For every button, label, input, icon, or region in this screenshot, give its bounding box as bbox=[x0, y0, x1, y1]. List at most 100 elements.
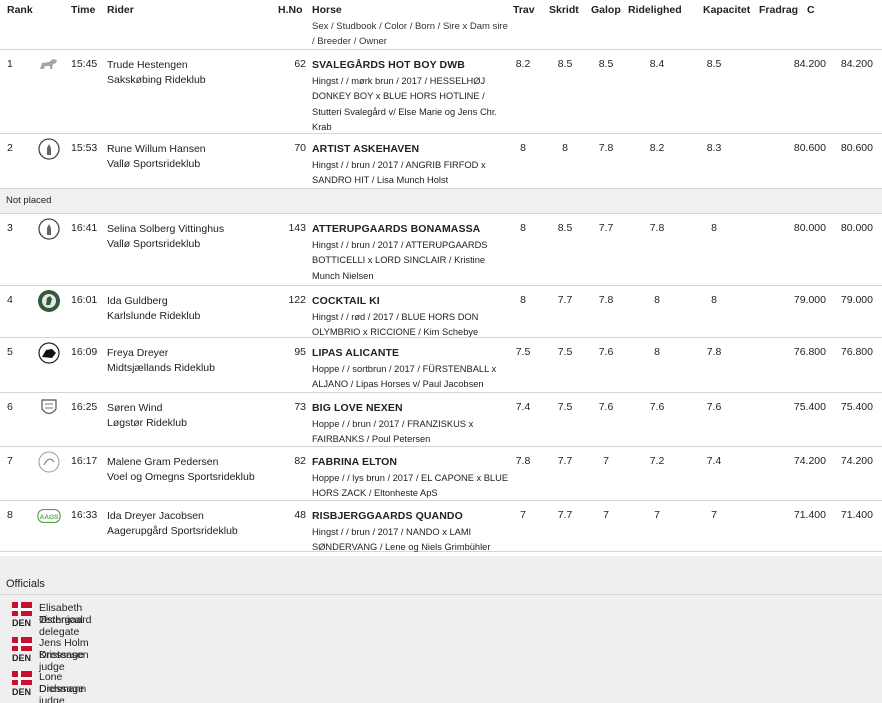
horse-name[interactable]: ATTERUPGAARDS BONAMASSA bbox=[312, 222, 510, 238]
col-rider[interactable]: Rider bbox=[107, 4, 134, 16]
rank-cell: 5 bbox=[7, 346, 13, 358]
result-row[interactable]: 1 15:45 Trude Hestengen Sakskøbing Rideklub… bbox=[0, 50, 882, 134]
horse-name[interactable]: BIG LOVE NEXEN bbox=[312, 401, 510, 417]
horse-cell: BIG LOVE NEXEN Hoppe / / brun / 2017 / FR… bbox=[312, 401, 510, 448]
hno-cell: 95 bbox=[294, 346, 306, 358]
score-cell: 7.5 bbox=[557, 346, 573, 358]
result-row[interactable]: 6 16:25 Søren Wind Løgstør Rideklub 73 BIG LO… bbox=[0, 393, 882, 447]
rider-cell: Ida Dreyer Jacobsen Aagerupgård Sportsrid… bbox=[107, 509, 238, 539]
rider-cell: Ida Guldberg Karlslunde Rideklub bbox=[107, 294, 200, 324]
rider-name[interactable]: Rune Willum Hansen bbox=[107, 142, 206, 157]
rider-cell: Freya Dreyer Midtsjællands Rideklub bbox=[107, 346, 215, 376]
score-cell: 7 bbox=[603, 509, 609, 521]
official-role: Dressage judge bbox=[39, 649, 84, 673]
rank-cell: 4 bbox=[7, 294, 13, 306]
col-trav[interactable]: Trav bbox=[513, 4, 535, 16]
horse-name[interactable]: COCKTAIL KI bbox=[312, 294, 510, 310]
results-table: Rank Time Rider H.No Horse Sex / Studboo… bbox=[0, 0, 882, 552]
col-c[interactable]: C bbox=[807, 4, 815, 16]
result-row[interactable]: 3 16:41 Selina Solberg Vittinghus Vallø Spo… bbox=[0, 214, 882, 286]
result-row[interactable]: 8 AAGS 16:33 Ida Dreyer Jacobsen Aagerupgård… bbox=[0, 501, 882, 552]
score-cell: 7 bbox=[520, 509, 526, 521]
hno-cell: 82 bbox=[294, 455, 306, 467]
horse-details: Hingst / / brun / 2017 / ATTERUPGAARDS B… bbox=[312, 239, 488, 281]
score-cell: 8 bbox=[520, 222, 526, 234]
hno-cell: 122 bbox=[288, 294, 306, 306]
rider-cell: Selina Solberg Vittinghus Vallø Sportsrid… bbox=[107, 222, 224, 252]
horse-cell: COCKTAIL KI Hingst / / rød / 2017 / BLUE … bbox=[312, 294, 510, 341]
rider-name[interactable]: Selina Solberg Vittinghus bbox=[107, 222, 224, 237]
official-role: Dressage judge bbox=[39, 683, 84, 703]
country-code: DEN bbox=[12, 653, 32, 663]
horse-details: Hingst / / brun / 2017 / NANDO x LAMI SØ… bbox=[312, 526, 491, 553]
score-cell: 8.4 bbox=[649, 58, 665, 70]
horse-name[interactable]: ARTIST ASKEHAVEN bbox=[312, 142, 510, 158]
col-horse-sub: Sex / Studbook / Color / Born / Sire x D… bbox=[312, 21, 508, 47]
horse-cell: RISBJERGGAARDS QUANDO Hingst / / brun / 2… bbox=[312, 509, 510, 556]
rank-cell: 1 bbox=[7, 58, 13, 70]
rider-club: Løgstør Rideklub bbox=[107, 417, 187, 429]
col-galop[interactable]: Galop bbox=[591, 4, 621, 16]
col-rank[interactable]: Rank bbox=[7, 4, 33, 16]
horse-name[interactable]: LIPAS ALICANTE bbox=[312, 346, 510, 362]
official-role: Technical delegate bbox=[39, 614, 83, 638]
score-cell: 8 bbox=[711, 294, 717, 306]
time-cell: 15:45 bbox=[71, 58, 98, 70]
score-cell: 7.6 bbox=[598, 401, 614, 413]
rank-cell: 3 bbox=[7, 222, 13, 234]
rider-name[interactable]: Ida Guldberg bbox=[107, 294, 200, 309]
col-ridelighed[interactable]: Ridelighed bbox=[628, 4, 682, 16]
score-cell: 7.5 bbox=[515, 346, 531, 358]
horse-club-logo bbox=[37, 53, 61, 77]
rider-club: Vallø Sportsrideklub bbox=[107, 158, 201, 170]
col-skridt[interactable]: Skridt bbox=[549, 4, 579, 16]
rider-club: Sakskøbing Rideklub bbox=[107, 74, 206, 86]
horse-name[interactable]: SVALEGÅRDS HOT BOY DWB bbox=[312, 58, 510, 74]
rank-cell: 2 bbox=[7, 142, 13, 154]
col-fradrag[interactable]: Fradrag bbox=[759, 4, 798, 16]
col-kapacitet[interactable]: Kapacitet bbox=[703, 4, 750, 16]
result-row[interactable]: 5 16:09 Freya Dreyer Midtsjællands Rideklub… bbox=[0, 338, 882, 393]
rider-club: Midtsjællands Rideklub bbox=[107, 362, 215, 374]
score-cell: 7.8 bbox=[515, 455, 531, 467]
score-cell: 7 bbox=[654, 509, 660, 521]
total-score-cell: 79.000 bbox=[840, 294, 873, 306]
score-cell: 7.7 bbox=[557, 509, 573, 521]
result-row[interactable]: 2 15:53 Rune Willum Hansen Vallø Sportsride… bbox=[0, 134, 882, 189]
score-cell: 7.4 bbox=[515, 401, 531, 413]
horse-details: Hoppe / / lys brun / 2017 / EL CAPONE x … bbox=[312, 472, 509, 499]
rider-name[interactable]: Freya Dreyer bbox=[107, 346, 215, 361]
score-cell: 7.8 bbox=[598, 142, 614, 154]
rider-name[interactable]: Søren Wind bbox=[107, 401, 187, 416]
time-cell: 16:33 bbox=[71, 509, 98, 521]
col-hno[interactable]: H.No bbox=[278, 4, 303, 16]
score-cell: 8 bbox=[711, 222, 717, 234]
total-score-cell: 80.600 bbox=[840, 142, 873, 154]
score-cell: 7.8 bbox=[706, 346, 722, 358]
rider-name[interactable]: Ida Dreyer Jacobsen bbox=[107, 509, 238, 524]
col-horse[interactable]: Horse bbox=[312, 4, 342, 16]
col-time[interactable]: Time bbox=[71, 4, 95, 16]
score-cell: 7.6 bbox=[598, 346, 614, 358]
result-row[interactable]: 7 16:17 Malene Gram Pedersen Voel og Omegns… bbox=[0, 447, 882, 501]
score-cell: 8 bbox=[520, 142, 526, 154]
horse-name[interactable]: RISBJERGGAARDS QUANDO bbox=[312, 509, 510, 525]
circle-club-logo bbox=[37, 450, 61, 474]
score-cell: 7 bbox=[603, 455, 609, 467]
total-score-cell: 75.400 bbox=[840, 401, 873, 413]
crest-club-logo bbox=[37, 396, 61, 420]
table-header: Rank Time Rider H.No Horse Sex / Studboo… bbox=[0, 0, 882, 50]
rider-name[interactable]: Malene Gram Pedersen bbox=[107, 455, 255, 470]
result-row[interactable]: 4 16:01 Ida Guldberg Karlslunde Rideklub 122… bbox=[0, 286, 882, 338]
horse-cell: ATTERUPGAARDS BONAMASSA Hingst / / brun /… bbox=[312, 222, 510, 284]
time-cell: 16:17 bbox=[71, 455, 98, 467]
total-score-cell: 80.000 bbox=[840, 222, 873, 234]
country-code: DEN bbox=[12, 618, 32, 628]
horse-details: Hoppe / / sortbrun / 2017 / FÜRSTENBALL … bbox=[312, 363, 497, 390]
country-code: DEN bbox=[12, 687, 32, 697]
rank-cell: 6 bbox=[7, 401, 13, 413]
rider-name[interactable]: Trude Hestengen bbox=[107, 58, 206, 73]
score-cell: 7.6 bbox=[706, 401, 722, 413]
horse-name[interactable]: FABRINA ELTON bbox=[312, 455, 510, 471]
denmark-flag-icon bbox=[12, 602, 32, 616]
